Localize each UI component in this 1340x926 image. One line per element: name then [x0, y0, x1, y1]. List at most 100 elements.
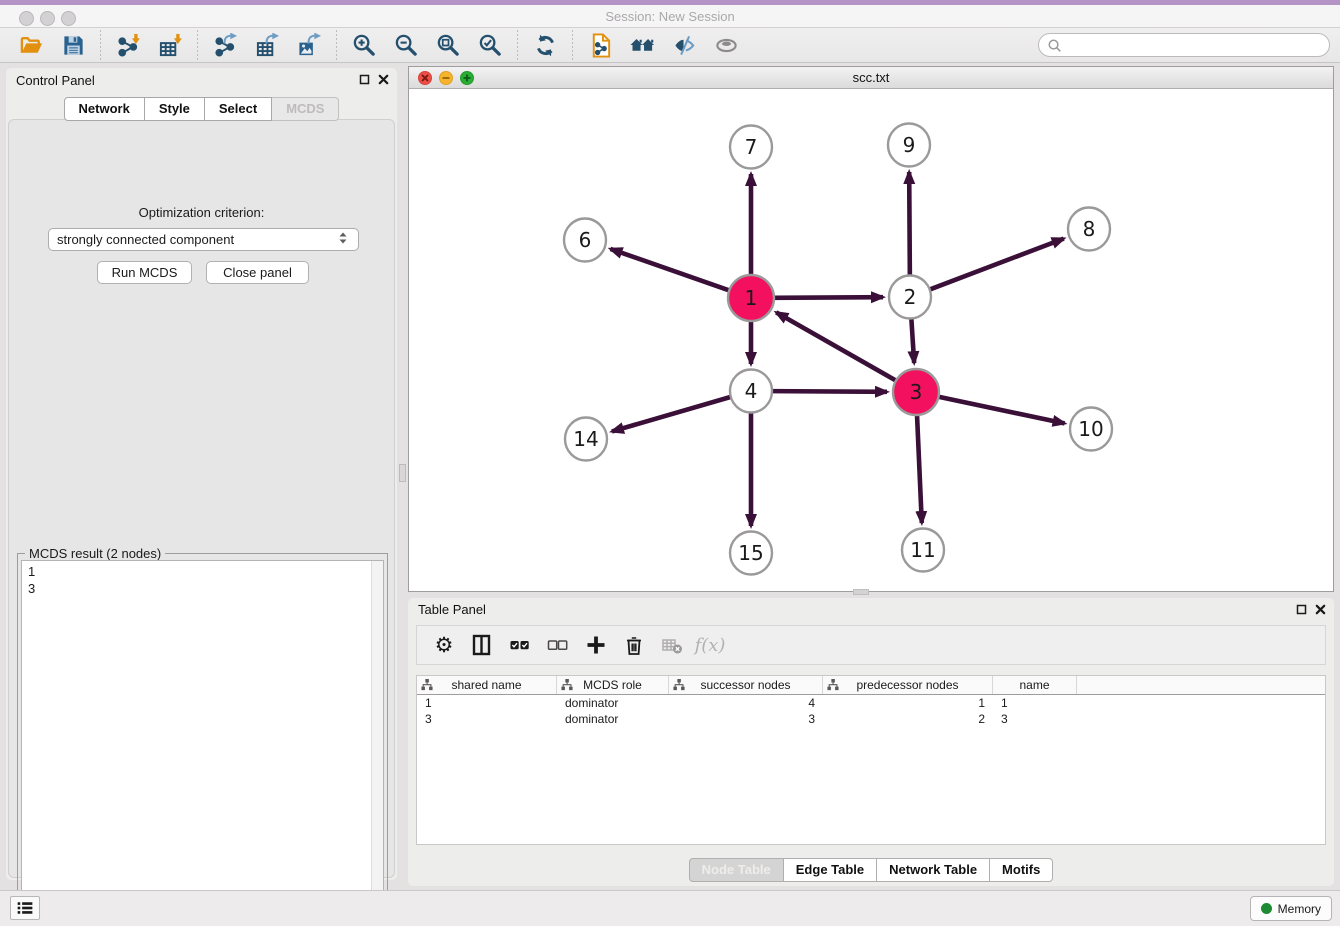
float-panel-icon[interactable] [359, 74, 370, 85]
open-folder-button[interactable] [16, 30, 46, 60]
node-label: 3 [910, 380, 923, 404]
toolbar-separator [517, 30, 518, 60]
mcds-panel: Optimization criterion: strongly connect… [8, 119, 395, 878]
column-header-label: successor nodes [700, 678, 790, 692]
mcds-result-area[interactable]: 1 3 [21, 560, 384, 920]
zoom-out-button[interactable] [391, 30, 421, 60]
horizontal-splitter-handle[interactable] [853, 589, 869, 595]
tab-motifs[interactable]: Motifs [990, 858, 1053, 882]
tab-network[interactable]: Network [64, 97, 145, 121]
network-graph[interactable]: 7 9 6 8 1 2 4 3 14 10 15 11 [409, 89, 1333, 591]
zoom-out-icon [394, 33, 419, 58]
node-2[interactable]: 2 [889, 276, 931, 319]
node-label: 10 [1078, 417, 1103, 441]
node-8[interactable]: 8 [1068, 208, 1110, 251]
search-input[interactable] [1067, 38, 1321, 52]
edge-4-14[interactable] [612, 397, 731, 432]
import-network-button[interactable] [113, 30, 143, 60]
table-cell: dominator [557, 695, 669, 711]
node-1[interactable]: 1 [728, 275, 774, 321]
tab-network-table[interactable]: Network Table [877, 858, 990, 882]
edge-2-3[interactable] [911, 318, 914, 363]
fx-icon: f(x) [695, 635, 726, 656]
table-row[interactable]: 1dominator411 [417, 695, 1325, 711]
float-table-panel-icon[interactable] [1296, 604, 1307, 615]
memory-label: Memory [1278, 902, 1321, 916]
edge-2-9[interactable] [909, 172, 910, 276]
node-14[interactable]: 14 [565, 418, 607, 461]
columns-button[interactable] [467, 630, 497, 660]
show-eye-button[interactable] [711, 30, 741, 60]
edge-1-2[interactable] [774, 297, 883, 298]
export-network-button[interactable] [210, 30, 240, 60]
mcds-result-title: MCDS result (2 nodes) [25, 546, 165, 561]
run-mcds-button[interactable]: Run MCDS [97, 261, 192, 284]
node-3[interactable]: 3 [893, 369, 939, 415]
zoom-selected-icon [478, 33, 503, 58]
node-4[interactable]: 4 [730, 370, 772, 413]
column-header-label: name [1019, 678, 1049, 692]
close-table-panel-icon[interactable] [1315, 604, 1326, 615]
column-header-name[interactable]: name [993, 676, 1077, 694]
tab-mcds[interactable]: MCDS [272, 97, 339, 121]
gear-button[interactable]: ⚙ [429, 630, 459, 660]
edge-2-8[interactable] [930, 239, 1064, 290]
tab-style[interactable]: Style [145, 97, 205, 121]
select-all-checks-button[interactable] [505, 630, 535, 660]
zoom-selected-button[interactable] [475, 30, 505, 60]
column-header-shared-name[interactable]: shared name [417, 676, 557, 694]
edge-3-1[interactable] [776, 312, 896, 380]
node-11[interactable]: 11 [902, 529, 944, 572]
zoom-in-button[interactable] [349, 30, 379, 60]
result-scrollbar[interactable] [371, 561, 383, 919]
column-header-MCDS-role[interactable]: MCDS role [557, 676, 669, 694]
tab-select[interactable]: Select [205, 97, 272, 121]
network-file-icon [588, 33, 613, 58]
delete-column-button[interactable] [657, 630, 687, 660]
gear-icon: ⚙ [435, 635, 454, 656]
add-button[interactable] [581, 630, 611, 660]
save-button[interactable] [58, 30, 88, 60]
fx-button[interactable]: f(x) [695, 630, 725, 660]
search-box[interactable] [1038, 33, 1330, 57]
criterion-select[interactable]: strongly connected component [48, 228, 359, 251]
deselect-all-checks-button[interactable] [543, 630, 573, 660]
node-6[interactable]: 6 [564, 219, 606, 262]
edge-3-11[interactable] [917, 415, 922, 523]
network-window-titlebar[interactable]: scc.txt [409, 67, 1333, 89]
edge-1-6[interactable] [610, 249, 729, 291]
edge-3-10[interactable] [939, 397, 1065, 424]
trash-button[interactable] [619, 630, 649, 660]
column-header-predecessor-nodes[interactable]: predecessor nodes [823, 676, 993, 694]
node-9[interactable]: 9 [888, 124, 930, 167]
mcds-result-group: MCDS result (2 nodes) 1 3 [17, 553, 388, 924]
zoom-in-icon [352, 33, 377, 58]
list-icon [16, 899, 34, 917]
export-table-button[interactable] [252, 30, 282, 60]
close-panel-icon[interactable] [378, 74, 389, 85]
node-15[interactable]: 15 [730, 532, 772, 575]
refresh-button[interactable] [530, 30, 560, 60]
network-file-button[interactable] [585, 30, 615, 60]
tab-edge-table[interactable]: Edge Table [784, 858, 877, 882]
node-10[interactable]: 10 [1070, 408, 1112, 451]
column-header-successor-nodes[interactable]: successor nodes [669, 676, 823, 694]
task-history-button[interactable] [10, 896, 40, 920]
app-title: Session: New Session [0, 9, 1340, 24]
edge-4-3[interactable] [772, 391, 887, 392]
network-canvas[interactable]: 7 9 6 8 1 2 4 3 14 10 15 11 [409, 89, 1333, 591]
zoom-fit-button[interactable] [433, 30, 463, 60]
table-row[interactable]: 3dominator323 [417, 711, 1325, 727]
import-table-button[interactable] [155, 30, 185, 60]
homes-button[interactable] [627, 30, 657, 60]
table-header-row: shared nameMCDS role successor nodes prede… [417, 676, 1325, 695]
hide-eye-button[interactable] [669, 30, 699, 60]
close-panel-button[interactable]: Close panel [206, 261, 309, 284]
control-panel-title: Control Panel [16, 73, 95, 88]
trash-icon [623, 634, 645, 656]
vertical-splitter-handle[interactable] [399, 464, 406, 482]
memory-button[interactable]: Memory [1250, 896, 1332, 921]
node-7[interactable]: 7 [730, 126, 772, 169]
export-image-button[interactable] [294, 30, 324, 60]
tab-node-table[interactable]: Node Table [689, 858, 784, 882]
